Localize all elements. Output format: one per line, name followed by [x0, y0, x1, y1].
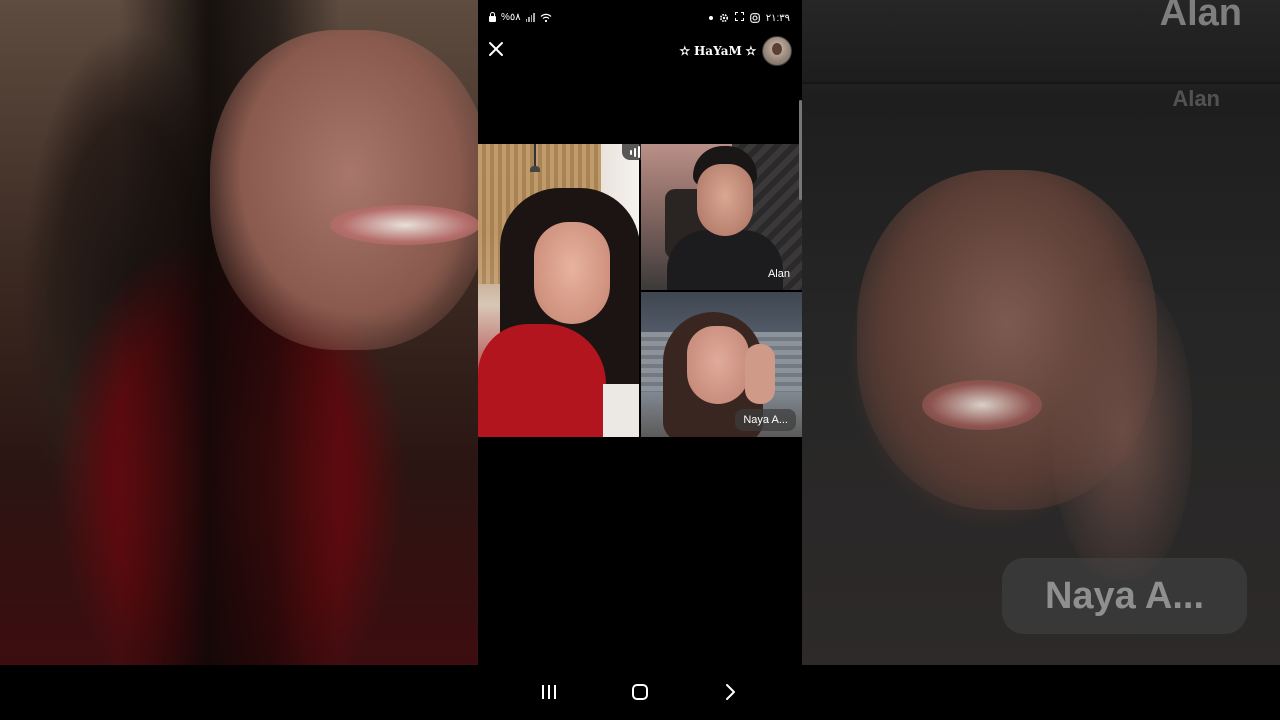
guest-face — [687, 326, 749, 404]
blurred-name-pill-label: Naya A... — [1044, 574, 1205, 617]
live-header: ✫ HaYaM ✫ — [478, 36, 802, 66]
avatar[interactable] — [762, 36, 792, 66]
host-name: ✫ HaYaM ✫ — [679, 44, 756, 58]
video-grid: Alan Naya A... — [478, 144, 802, 437]
wifi-icon — [540, 13, 552, 23]
scroll-indicator — [799, 100, 802, 200]
blurred-background-left — [0, 0, 478, 665]
guest-video-tile[interactable]: Alan — [641, 144, 802, 290]
instagram-icon — [749, 13, 760, 23]
phone-screen: %٥٨ ٢١:٣٩ ✫ HaYaM ✫ Alan Naya A... — [478, 0, 802, 665]
recents-icon — [542, 685, 556, 699]
host-video-tile[interactable] — [478, 144, 639, 437]
status-bar: %٥٨ ٢١:٣٩ — [478, 0, 802, 36]
clock: ٢١:٣٩ — [765, 12, 790, 24]
status-bar-left: %٥٨ — [489, 12, 552, 23]
close-button[interactable] — [486, 39, 506, 59]
blurred-background-right: Alan Alan Naya A... — [802, 0, 1280, 665]
background-face — [210, 30, 478, 350]
background-smile — [922, 380, 1042, 430]
dot-icon — [708, 16, 713, 20]
lock-icon — [489, 12, 496, 22]
ceiling-lamp — [530, 144, 540, 172]
host-face — [534, 222, 610, 324]
battery-level: %٥٨ — [501, 12, 521, 23]
host-info[interactable]: ✫ HaYaM ✫ — [680, 36, 792, 66]
signal-icon — [525, 13, 535, 22]
blurred-name-label: Alan — [1159, 0, 1242, 34]
close-icon — [489, 42, 503, 56]
gear-icon — [719, 13, 729, 23]
recents-button[interactable] — [536, 681, 562, 703]
background-smile — [330, 205, 478, 245]
participant-name: Alan — [767, 268, 790, 280]
guest-hand — [745, 344, 775, 404]
status-bar-right: ٢١:٣٩ — [708, 12, 790, 24]
guest-video-tile[interactable]: Naya A... — [641, 292, 802, 437]
host-shirt — [478, 324, 606, 437]
background-clothing — [603, 384, 639, 437]
guest-face — [697, 164, 753, 236]
home-icon — [632, 684, 648, 700]
participant-name: Naya A... — [735, 409, 796, 431]
navigation-bar — [0, 665, 1280, 720]
back-icon — [726, 684, 735, 700]
home-button[interactable] — [627, 681, 653, 703]
blurred-name-pill: Naya A... — [1002, 558, 1247, 634]
guest-hoodie — [667, 230, 783, 290]
blurred-name-label: Alan — [1172, 86, 1220, 111]
background-hand — [1052, 280, 1192, 580]
back-button[interactable] — [717, 681, 743, 703]
screen-record-icon — [734, 12, 744, 24]
